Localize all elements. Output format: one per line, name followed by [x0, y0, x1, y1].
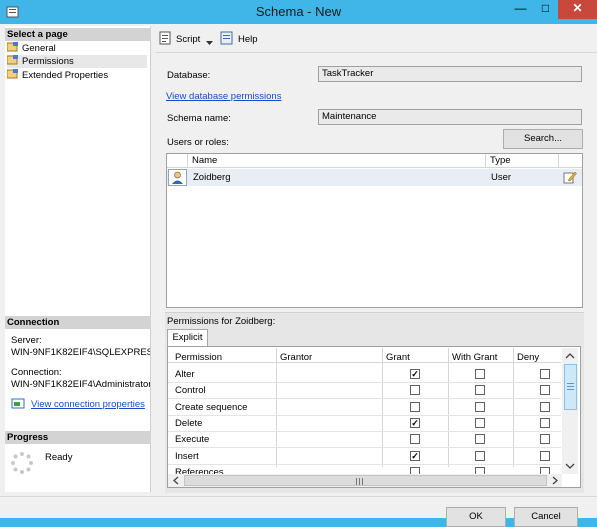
column-header-name[interactable]: Name: [192, 155, 217, 166]
help-icon: [220, 31, 234, 45]
scroll-left-arrow-icon[interactable]: [172, 476, 180, 485]
column-header-type[interactable]: Type: [490, 155, 511, 166]
minimize-button[interactable]: —: [508, 0, 533, 19]
page-permissions[interactable]: Permissions: [6, 55, 147, 68]
permission-row[interactable]: Execute: [168, 432, 561, 448]
users-grid-header: [167, 154, 582, 168]
view-connection-properties-link[interactable]: View connection properties: [31, 399, 145, 410]
with-grant-checkbox[interactable]: [475, 385, 485, 395]
scroll-up-arrow-icon[interactable]: [565, 352, 575, 360]
deny-checkbox[interactable]: [540, 385, 550, 395]
progress-spinner-icon: [10, 451, 34, 475]
toolbar-divider: [156, 52, 597, 53]
script-button[interactable]: Script: [176, 34, 200, 45]
with-grant-checkbox[interactable]: [475, 402, 485, 412]
wrench-icon: [6, 69, 19, 79]
permission-row[interactable]: Alter ✓: [168, 367, 561, 383]
with-grant-checkbox[interactable]: [475, 369, 485, 379]
wrench-icon: [6, 42, 19, 52]
edit-user-icon[interactable]: [563, 170, 577, 184]
page-extended-properties[interactable]: Extended Properties: [6, 69, 147, 82]
grant-checkbox[interactable]: ✓: [410, 418, 420, 428]
with-grant-checkbox[interactable]: [475, 451, 485, 461]
database-label: Database:: [167, 70, 211, 81]
page-general[interactable]: General: [6, 42, 147, 55]
column-header-permission[interactable]: Permission: [175, 352, 222, 363]
grant-checkbox[interactable]: ✓: [410, 451, 420, 461]
connection-header: Connection: [5, 316, 151, 329]
column-divider: [485, 154, 486, 168]
permission-row[interactable]: Insert ✓: [168, 449, 561, 465]
permission-name-cell: Control: [175, 385, 206, 396]
with-grant-checkbox[interactable]: [475, 434, 485, 444]
grant-checkbox[interactable]: [410, 385, 420, 395]
chevron-down-icon[interactable]: [206, 38, 214, 45]
scroll-right-arrow-icon[interactable]: [551, 476, 559, 485]
connection-label: Connection:: [11, 367, 62, 378]
with-grant-checkbox[interactable]: [475, 418, 485, 428]
row-divider: [168, 398, 561, 399]
permission-name-cell: Execute: [175, 434, 210, 445]
properties-icon: [11, 398, 27, 410]
permissions-grid-header: [168, 348, 561, 363]
grip-icon: [567, 382, 574, 391]
permission-row[interactable]: Control: [168, 383, 561, 399]
database-field[interactable]: TaskTracker: [318, 66, 582, 82]
user-type-cell: User: [491, 172, 512, 183]
view-database-permissions-link[interactable]: View database permissions: [166, 91, 281, 102]
column-divider: [187, 154, 188, 168]
schema-name-field[interactable]: Maintenance: [318, 109, 582, 125]
server-value: WIN-9NF1K82EIF4\SQLEXPRES: [11, 347, 150, 358]
column-header-grantor[interactable]: Grantor: [280, 352, 312, 363]
search-button[interactable]: Search...: [503, 129, 583, 149]
users-or-roles-label: Users or roles:: [167, 137, 229, 148]
user-icon: [168, 169, 187, 186]
permission-name-cell: Alter: [175, 369, 195, 380]
script-icon: [158, 31, 172, 45]
left-pane: [5, 26, 151, 492]
deny-checkbox[interactable]: [540, 402, 550, 412]
dialog-footer: [0, 496, 597, 518]
column-header-deny[interactable]: Deny: [517, 352, 539, 363]
progress-header: Progress: [5, 431, 151, 444]
connection-value: WIN-9NF1K82EIF4\Administrator: [11, 379, 150, 390]
wrench-icon: [6, 55, 19, 65]
user-name-cell: Zoidberg: [193, 172, 231, 183]
permission-name-cell: Delete: [175, 418, 203, 429]
permission-row[interactable]: Delete ✓: [168, 416, 561, 432]
permission-name-cell: Insert: [175, 451, 199, 462]
permission-row[interactable]: Create sequence: [168, 400, 561, 416]
permission-name-cell: Create sequence: [175, 402, 248, 413]
grip-icon: [355, 477, 364, 485]
column-header-with-grant[interactable]: With Grant: [452, 352, 497, 363]
horizontal-scroll-thumb[interactable]: [184, 475, 547, 486]
column-divider: [558, 154, 559, 168]
grant-checkbox[interactable]: [410, 434, 420, 444]
grant-checkbox[interactable]: [410, 402, 420, 412]
grant-checkbox[interactable]: ✓: [410, 369, 420, 379]
close-button[interactable]: ✕: [558, 0, 597, 19]
server-label: Server:: [11, 335, 42, 346]
deny-checkbox[interactable]: [540, 434, 550, 444]
progress-status: Ready: [45, 452, 73, 463]
deny-checkbox[interactable]: [540, 451, 550, 461]
scroll-down-arrow-icon[interactable]: [565, 462, 575, 470]
deny-checkbox[interactable]: [540, 418, 550, 428]
select-page-header: Select a page: [5, 28, 151, 41]
maximize-button[interactable]: □: [533, 0, 558, 19]
help-button[interactable]: Help: [238, 34, 258, 45]
schema-name-label: Schema name:: [167, 113, 231, 124]
ok-button[interactable]: OK: [446, 507, 506, 527]
cancel-button[interactable]: Cancel: [514, 507, 578, 527]
row-divider: [168, 447, 561, 448]
permissions-label: Permissions for Zoidberg:: [167, 316, 276, 327]
column-header-grant[interactable]: Grant: [386, 352, 410, 363]
deny-checkbox[interactable]: [540, 369, 550, 379]
tab-explicit[interactable]: Explicit: [167, 329, 208, 346]
